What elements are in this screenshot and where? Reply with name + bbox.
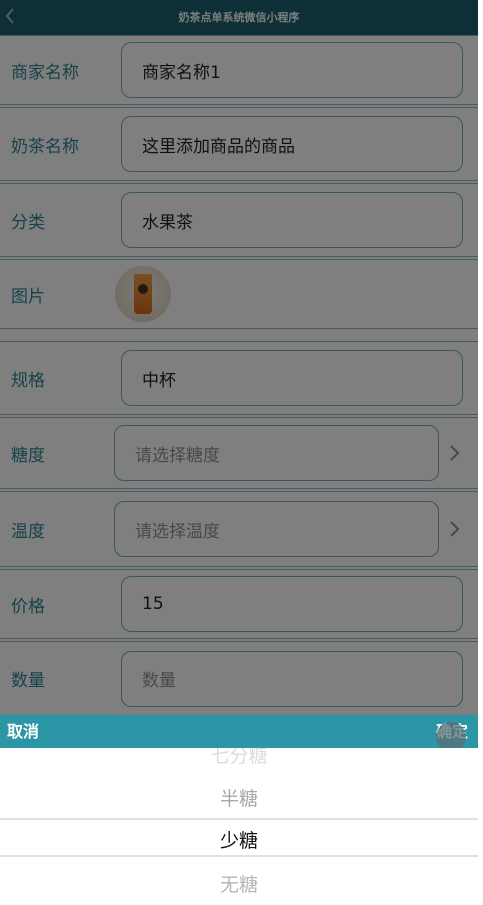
picker-option[interactable]: 七分糖 bbox=[0, 748, 478, 768]
right-edge-strip bbox=[478, 0, 483, 905]
modal-overlay[interactable] bbox=[0, 0, 478, 715]
picker-selection-top-line bbox=[0, 818, 478, 820]
picker-option-selected[interactable]: 少糖 bbox=[0, 826, 478, 853]
picker-option[interactable]: 半糖 bbox=[0, 784, 478, 811]
picker-selection-bottom-line bbox=[0, 855, 478, 857]
sugar-picker-wheel[interactable]: 七分糖 半糖 少糖 无糖 bbox=[0, 748, 478, 905]
picker-toolbar: 取消 确定 bbox=[0, 715, 478, 748]
picker-cancel-button[interactable]: 取消 bbox=[7, 715, 39, 748]
picker-option[interactable]: 无糖 bbox=[0, 870, 478, 897]
